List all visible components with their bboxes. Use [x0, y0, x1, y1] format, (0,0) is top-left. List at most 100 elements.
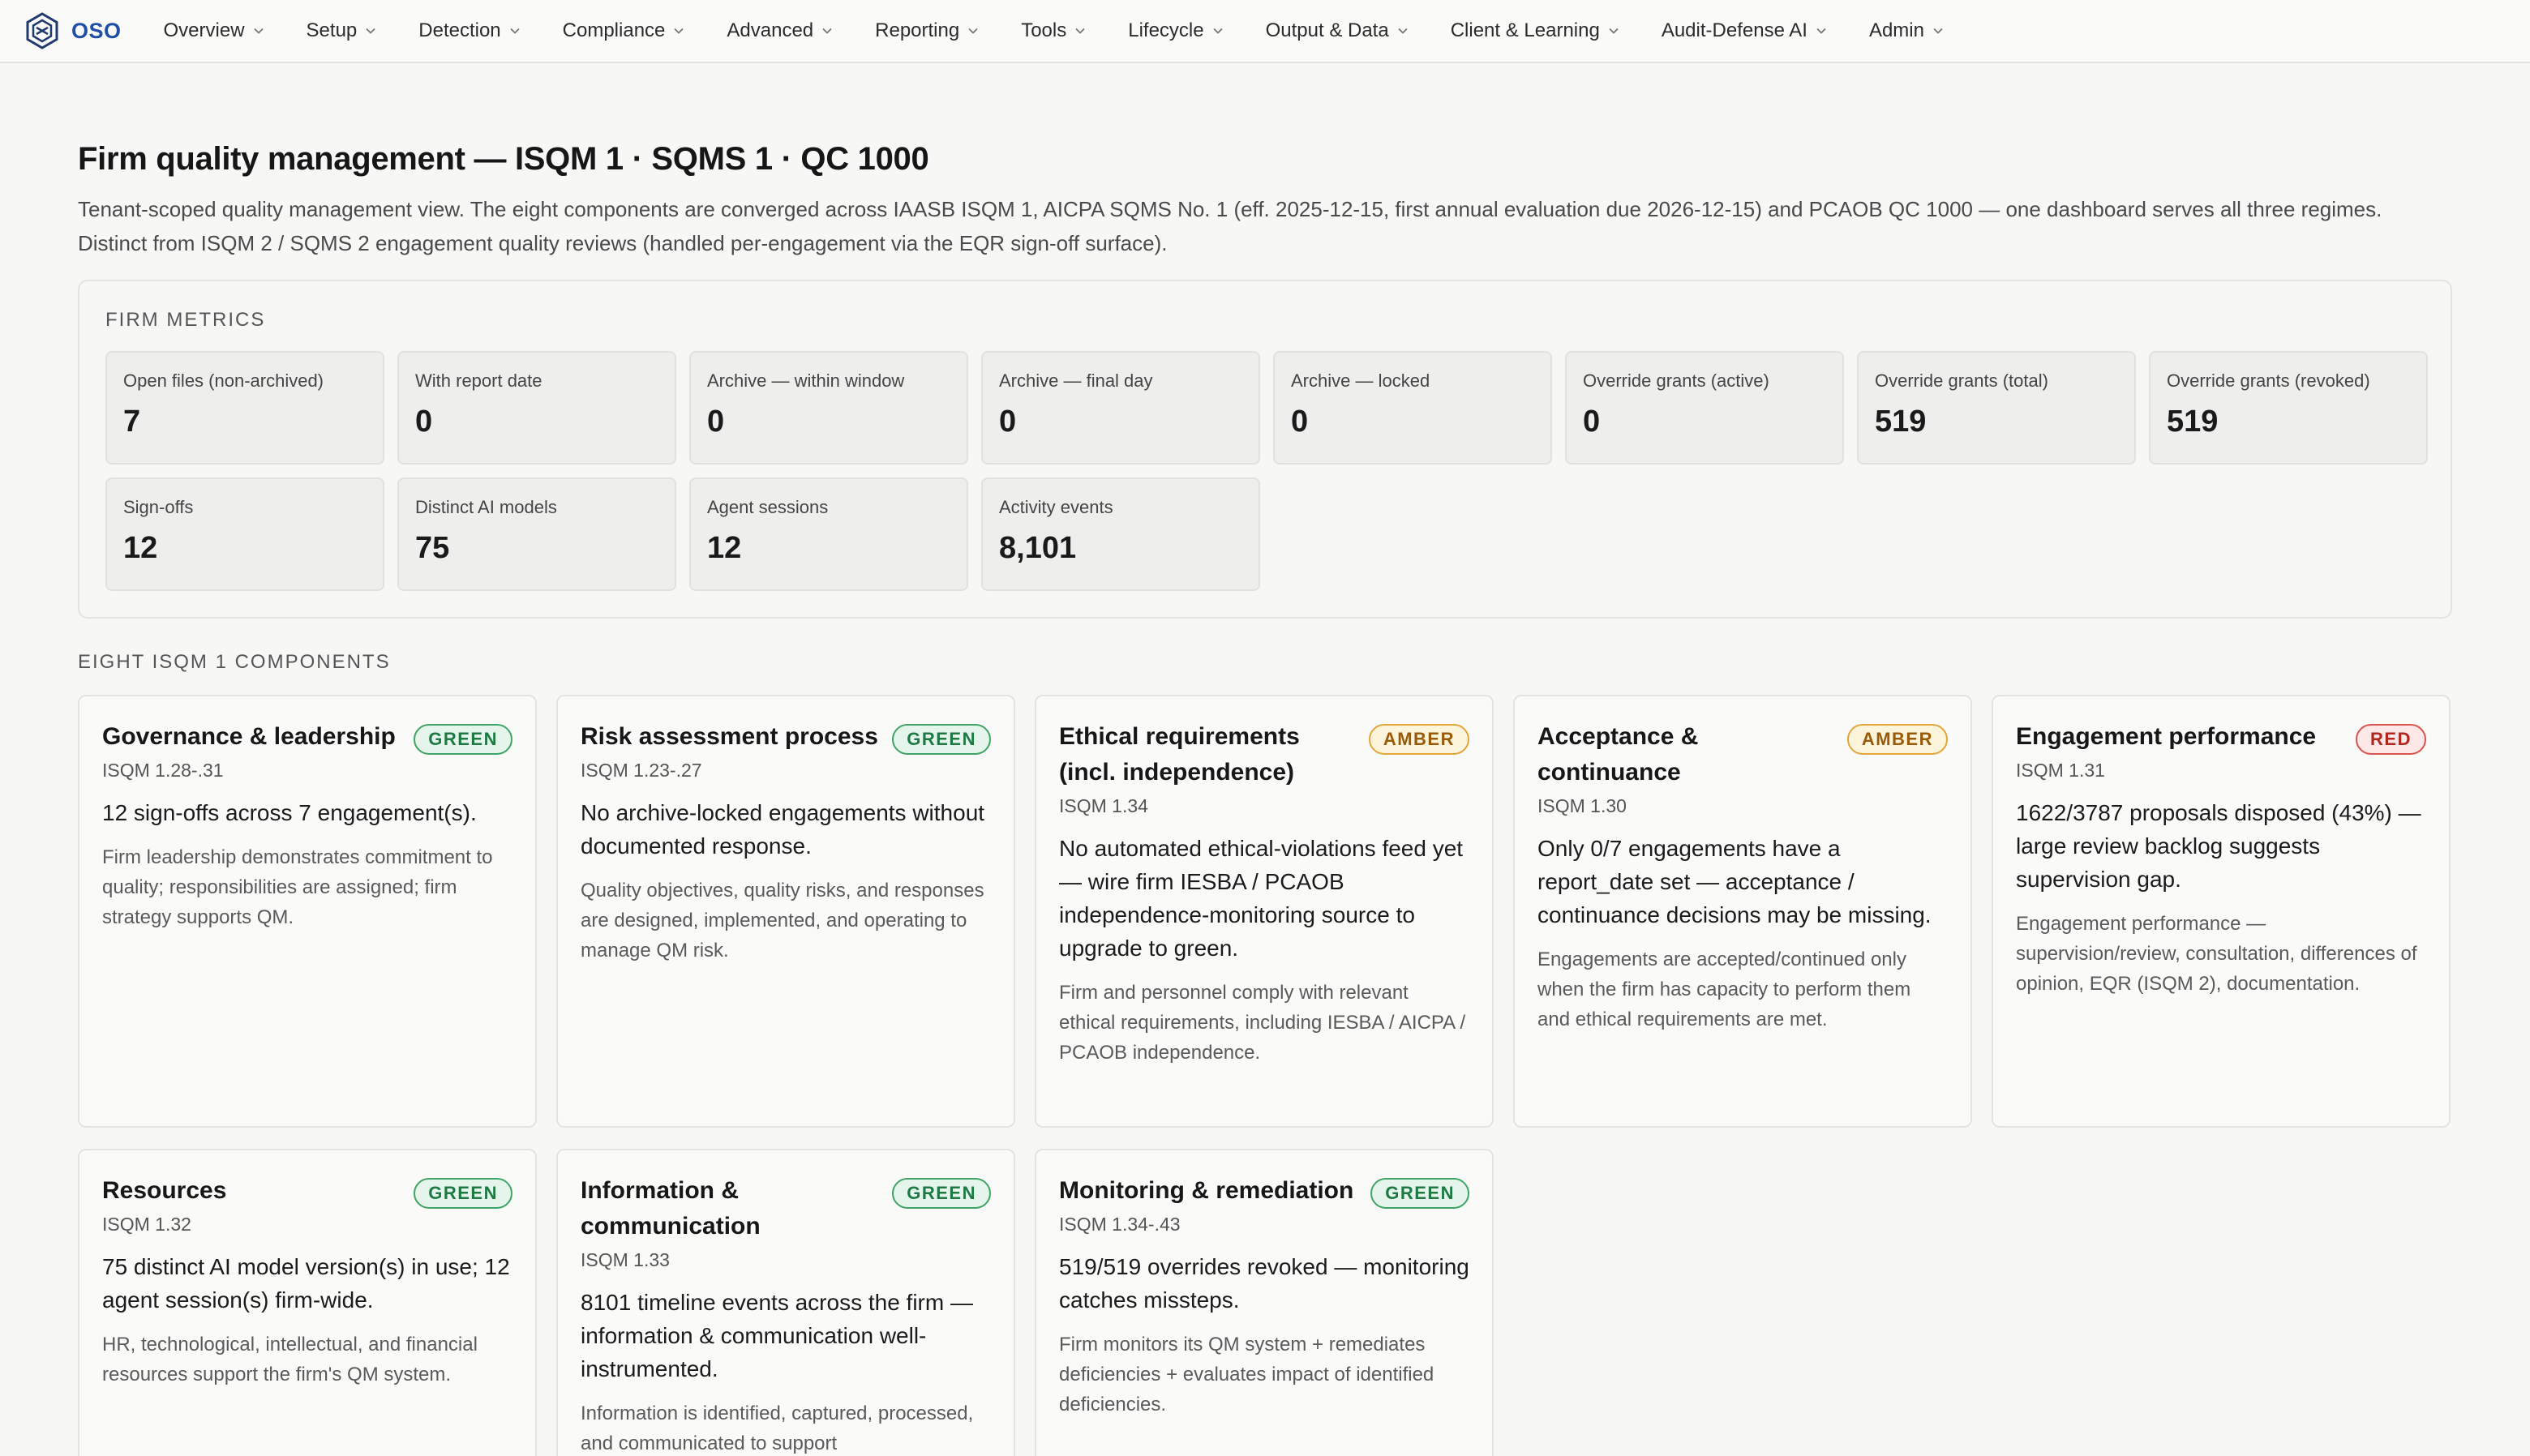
- card-description: Engagement performance — supervision/rev…: [2016, 913, 2417, 995]
- card-status: 519/519 overrides revoked — monitoring c…: [1059, 1254, 1469, 1313]
- metric-label: Activity events: [999, 497, 1113, 517]
- metric-card: Distinct AI models 75: [397, 477, 676, 591]
- nav-item-label: Setup: [306, 19, 358, 41]
- chevron-down-icon: [1398, 28, 1408, 34]
- card-reference: ISQM 1.31: [2016, 760, 2105, 781]
- nav-item-compliance[interactable]: Compliance: [542, 19, 706, 42]
- card-title: Resources: [102, 1177, 227, 1204]
- metric-card: Sign-offs 12: [105, 477, 384, 591]
- metric-card: Open files (non-archived) 7: [105, 351, 384, 465]
- card-description: Quality objectives, quality risks, and r…: [581, 880, 984, 961]
- card-reference: ISQM 1.33: [581, 1249, 670, 1270]
- metric-value: 7: [123, 405, 141, 439]
- metric-value: 0: [1583, 405, 1601, 439]
- nav-item-admin[interactable]: Admin: [1848, 19, 1965, 42]
- card-header: Information & communication GREEN: [581, 1173, 991, 1244]
- card-status: Only 0/7 engagements have a report_date …: [1537, 836, 1932, 927]
- metric-card: Archive — final day 0: [981, 351, 1260, 465]
- card-status: No archive-locked engagements without do…: [581, 800, 985, 859]
- card-title: Acceptance & continuance: [1537, 723, 1699, 786]
- metric-value: 519: [2167, 405, 2219, 439]
- card-header: Governance & leadership GREEN: [102, 719, 512, 755]
- nav-item-client-and-learning[interactable]: Client & Learning: [1430, 19, 1640, 42]
- nav-item-label: Overview: [163, 19, 245, 41]
- metric-label: Override grants (active): [1583, 370, 1769, 391]
- metric-value: 75: [415, 531, 450, 565]
- card-reference: ISQM 1.23-.27: [581, 760, 702, 781]
- component-card-information-and-communication: Information & communication GREEN ISQM 1.3…: [556, 1149, 1015, 1456]
- component-card-engagement-performance: Engagement performance RED ISQM 1.31 1622/3…: [1992, 695, 2451, 1128]
- hexagon-logo-icon: [26, 12, 58, 49]
- nav-item-setup[interactable]: Setup: [285, 19, 398, 42]
- status-badge: GREEN: [414, 1178, 512, 1209]
- nav-item-output-and-data[interactable]: Output & Data: [1245, 19, 1430, 42]
- metric-value: 0: [707, 405, 725, 439]
- chevron-down-icon: [1609, 28, 1619, 34]
- card-title: Information & communication: [581, 1177, 761, 1240]
- metric-label: Archive — within window: [707, 370, 905, 391]
- card-header: Ethical requirements (incl. independence…: [1059, 719, 1469, 790]
- brand[interactable]: OSO: [23, 11, 122, 50]
- metric-label: Override grants (total): [1875, 370, 2048, 391]
- component-card-ethical-requirements-incl-independence: Ethical requirements (incl. independence…: [1035, 695, 1494, 1128]
- main-menu: Overview Setup Detection Compliance Advanced…: [143, 19, 1965, 42]
- nav-item-audit-defense-ai[interactable]: Audit-Defense AI: [1640, 19, 1848, 42]
- nav-item-tools[interactable]: Tools: [1000, 19, 1107, 42]
- card-status: 75 distinct AI model version(s) in use; …: [102, 1254, 510, 1313]
- card-description: Firm leadership demonstrates commitment …: [102, 846, 493, 928]
- metric-label: Archive — locked: [1291, 370, 1430, 391]
- metric-label: Agent sessions: [707, 497, 829, 517]
- nav-item-reporting[interactable]: Reporting: [854, 19, 1000, 42]
- nav-item-label: Reporting: [875, 19, 960, 41]
- metric-card: Agent sessions 12: [689, 477, 968, 591]
- nav-item-label: Tools: [1021, 19, 1067, 41]
- status-badge: GREEN: [892, 724, 991, 755]
- firm-metrics-label: FIRM METRICS: [105, 309, 266, 331]
- component-card-governance-and-leadership: Governance & leadership GREEN ISQM 1.28-.3…: [78, 695, 537, 1128]
- component-card-resources: Resources GREEN ISQM 1.32 75 distinct AI mo…: [78, 1149, 537, 1456]
- card-header: Monitoring & remediation GREEN: [1059, 1173, 1469, 1209]
- card-title: Ethical requirements (incl. independence…: [1059, 723, 1300, 786]
- component-card-monitoring-and-remediation: Monitoring & remediation GREEN ISQM 1.34-.…: [1035, 1149, 1494, 1456]
- card-description: Engagements are accepted/continued only …: [1537, 949, 1911, 1030]
- metric-value: 519: [1875, 405, 1927, 439]
- card-reference: ISQM 1.32: [102, 1214, 191, 1235]
- card-reference: ISQM 1.34-.43: [1059, 1214, 1181, 1235]
- card-title: Engagement performance: [2016, 723, 2317, 750]
- metric-value: 12: [707, 531, 742, 565]
- components-label: EIGHT ISQM 1 COMPONENTS: [78, 651, 391, 673]
- nav-item-detection[interactable]: Detection: [397, 19, 541, 42]
- metric-card: Archive — locked 0: [1273, 351, 1552, 465]
- card-header: Risk assessment process GREEN: [581, 719, 991, 755]
- metric-label: Open files (non-archived): [123, 370, 324, 391]
- card-status: 8101 timeline events across the firm — i…: [581, 1290, 973, 1381]
- nav-item-label: Compliance: [562, 19, 666, 41]
- card-description: Firm and personnel comply with relevant …: [1059, 982, 1466, 1064]
- card-header: Resources GREEN: [102, 1173, 512, 1209]
- card-description: HR, technological, intellectual, and fin…: [102, 1334, 478, 1385]
- status-badge: GREEN: [892, 1178, 991, 1209]
- components-grid: Governance & leadership GREEN ISQM 1.28-.3…: [78, 695, 2452, 1456]
- nav-item-advanced[interactable]: Advanced: [705, 19, 854, 42]
- chevron-down-icon: [822, 28, 832, 34]
- nav-item-label: Client & Learning: [1450, 19, 1600, 41]
- nav-item-label: Advanced: [727, 19, 814, 41]
- card-description: Information is identified, captured, pro…: [581, 1402, 974, 1454]
- metric-grid: Open files (non-archived) 7 With report da…: [105, 351, 2428, 591]
- nav-item-lifecycle[interactable]: Lifecycle: [1107, 19, 1244, 42]
- card-header: Engagement performance RED: [2016, 719, 2426, 755]
- chevron-down-icon: [968, 28, 978, 34]
- metric-label: Archive — final day: [999, 370, 1153, 391]
- metric-label: Override grants (revoked): [2167, 370, 2370, 391]
- page-title: Firm quality management — ISQM 1 · SQMS …: [78, 141, 929, 177]
- card-status: 1622/3787 proposals disposed (43%) — lar…: [2016, 800, 2421, 892]
- metric-label: Distinct AI models: [415, 497, 557, 517]
- chevron-down-icon: [674, 28, 684, 34]
- status-badge: AMBER: [1368, 724, 1469, 755]
- status-badge: GREEN: [1370, 1178, 1469, 1209]
- card-reference: ISQM 1.30: [1537, 795, 1627, 816]
- metric-card: Archive — within window 0: [689, 351, 968, 465]
- metric-card: With report date 0: [397, 351, 676, 465]
- component-card-risk-assessment-process: Risk assessment process GREEN ISQM 1.23-.2…: [556, 695, 1015, 1128]
- nav-item-overview[interactable]: Overview: [143, 19, 285, 42]
